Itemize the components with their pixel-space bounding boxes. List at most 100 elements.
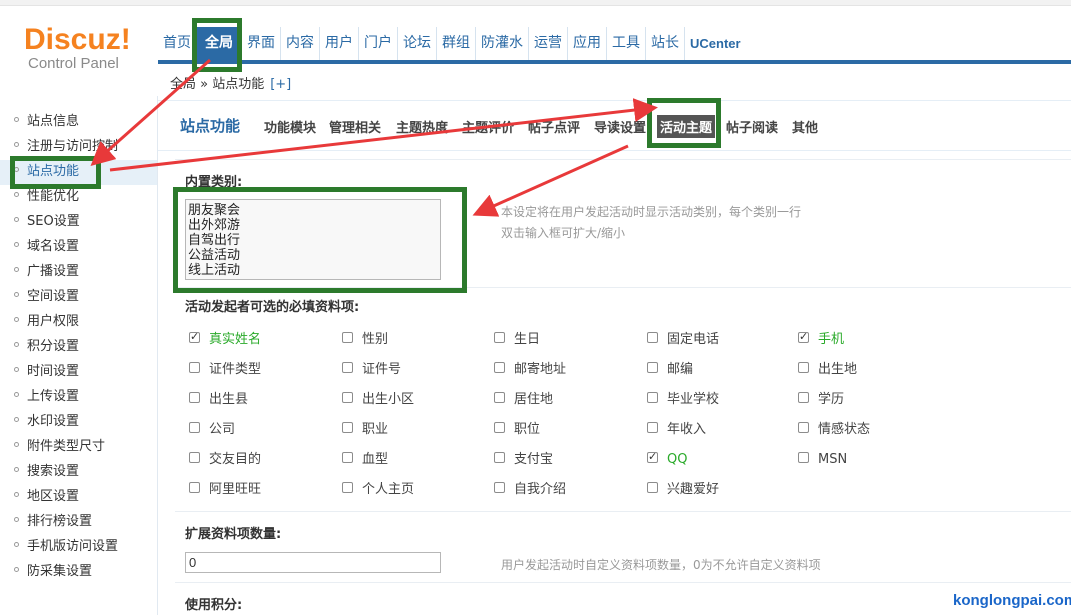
checkbox-education[interactable]: 学历 bbox=[798, 392, 844, 408]
tab-other[interactable]: 其他 bbox=[792, 117, 818, 136]
checkbox-id-number[interactable]: 证件号 bbox=[342, 362, 401, 378]
checkbox-icon[interactable] bbox=[494, 332, 505, 343]
tab-activity-threads[interactable]: 活动主题 bbox=[657, 115, 716, 138]
checkbox-relationship[interactable]: 情感状态 bbox=[798, 422, 870, 438]
checkbox-checked-icon[interactable] bbox=[647, 449, 658, 465]
checkbox-icon[interactable] bbox=[647, 362, 658, 373]
checkbox-icon[interactable] bbox=[342, 452, 353, 463]
nav-tools[interactable]: 工具 bbox=[607, 27, 646, 60]
nav-ucenter[interactable]: UCenter bbox=[685, 27, 746, 60]
sidebar-item-register-access[interactable]: 注册与访问控制 bbox=[14, 136, 118, 158]
checkbox-icon[interactable] bbox=[189, 362, 200, 373]
checkbox-id-type[interactable]: 证件类型 bbox=[189, 362, 261, 378]
checkbox-icon[interactable] bbox=[798, 422, 809, 433]
nav-antispam[interactable]: 防灌水 bbox=[476, 27, 529, 60]
sidebar-item-time[interactable]: 时间设置 bbox=[14, 361, 79, 383]
nav-portal[interactable]: 门户 bbox=[359, 27, 398, 60]
checkbox-icon[interactable] bbox=[494, 452, 505, 463]
checkbox-icon[interactable] bbox=[647, 332, 658, 343]
checkbox-bio[interactable]: 自我介绍 bbox=[494, 482, 566, 498]
checkbox-icon[interactable] bbox=[494, 362, 505, 373]
checkbox-blood-type[interactable]: 血型 bbox=[342, 452, 388, 468]
checkbox-company[interactable]: 公司 bbox=[189, 422, 235, 438]
checkbox-icon[interactable] bbox=[189, 422, 200, 433]
checkbox-alipay[interactable]: 支付宝 bbox=[494, 452, 553, 468]
sidebar-item-broadcast[interactable]: 广播设置 bbox=[14, 261, 79, 283]
checkbox-birthplace[interactable]: 出生地 bbox=[798, 362, 857, 378]
checkbox-icon[interactable] bbox=[189, 392, 200, 403]
checkbox-zipcode[interactable]: 邮编 bbox=[647, 362, 693, 378]
tab-guide-settings[interactable]: 导读设置 bbox=[594, 117, 646, 136]
nav-users[interactable]: 用户 bbox=[320, 27, 359, 60]
checkbox-icon[interactable] bbox=[342, 392, 353, 403]
checkbox-icon[interactable] bbox=[647, 422, 658, 433]
checkbox-icon[interactable] bbox=[647, 482, 658, 493]
checkbox-mail-address[interactable]: 邮寄地址 bbox=[494, 362, 566, 378]
checkbox-income[interactable]: 年收入 bbox=[647, 422, 706, 438]
checkbox-homepage[interactable]: 个人主页 bbox=[342, 482, 414, 498]
checkbox-position[interactable]: 职位 bbox=[494, 422, 540, 438]
checkbox-checked-icon[interactable] bbox=[798, 329, 809, 345]
checkbox-icon[interactable] bbox=[342, 332, 353, 343]
checkbox-telephone[interactable]: 固定电话 bbox=[647, 332, 719, 348]
checkbox-checked-icon[interactable] bbox=[189, 329, 200, 345]
sidebar-item-site-features[interactable]: 站点功能 bbox=[14, 161, 79, 183]
sidebar-item-site-info[interactable]: 站点信息 bbox=[14, 111, 79, 133]
checkbox-dating-purpose[interactable]: 交友目的 bbox=[189, 452, 261, 468]
checkbox-icon[interactable] bbox=[798, 392, 809, 403]
tab-post-reading[interactable]: 帖子阅读 bbox=[726, 117, 778, 136]
nav-home[interactable]: 首页 bbox=[158, 27, 197, 60]
sidebar-item-performance[interactable]: 性能优化 bbox=[14, 186, 79, 208]
tab-management[interactable]: 管理相关 bbox=[329, 117, 381, 136]
nav-operations[interactable]: 运营 bbox=[529, 27, 568, 60]
checkbox-msn[interactable]: MSN bbox=[798, 452, 847, 468]
checkbox-icon[interactable] bbox=[798, 452, 809, 463]
checkbox-mobile[interactable]: 手机 bbox=[798, 329, 844, 348]
sidebar-item-space[interactable]: 空间设置 bbox=[14, 286, 79, 308]
checkbox-icon[interactable] bbox=[494, 422, 505, 433]
sidebar-item-search[interactable]: 搜索设置 bbox=[14, 461, 79, 483]
checkbox-icon[interactable] bbox=[342, 422, 353, 433]
nav-content[interactable]: 内容 bbox=[281, 27, 320, 60]
checkbox-icon[interactable] bbox=[342, 482, 353, 493]
checkbox-qq[interactable]: QQ bbox=[647, 449, 687, 468]
checkbox-icon[interactable] bbox=[798, 362, 809, 373]
nav-apps[interactable]: 应用 bbox=[568, 27, 607, 60]
nav-forum[interactable]: 论坛 bbox=[398, 27, 437, 60]
checkbox-gender[interactable]: 性别 bbox=[342, 332, 388, 348]
checkbox-birth-community[interactable]: 出生小区 bbox=[342, 392, 414, 408]
sidebar-item-ranking[interactable]: 排行榜设置 bbox=[14, 511, 92, 533]
checkbox-realname[interactable]: 真实姓名 bbox=[189, 329, 261, 348]
checkbox-icon[interactable] bbox=[647, 392, 658, 403]
checkbox-birth-county[interactable]: 出生县 bbox=[189, 392, 248, 408]
sidebar-item-region[interactable]: 地区设置 bbox=[14, 486, 79, 508]
tab-thread-heat[interactable]: 主题热度 bbox=[396, 117, 448, 136]
tab-thread-rating[interactable]: 主题评价 bbox=[462, 117, 514, 136]
checkbox-interests[interactable]: 兴趣爱好 bbox=[647, 482, 719, 498]
nav-groups[interactable]: 群组 bbox=[437, 27, 476, 60]
checkbox-occupation[interactable]: 职业 bbox=[342, 422, 388, 438]
tab-post-comment[interactable]: 帖子点评 bbox=[528, 117, 580, 136]
sidebar-item-seo[interactable]: SEO设置 bbox=[14, 211, 80, 233]
checkbox-icon[interactable] bbox=[494, 482, 505, 493]
checkbox-birthday[interactable]: 生日 bbox=[494, 332, 540, 348]
sidebar-item-anti-scrape[interactable]: 防采集设置 bbox=[14, 561, 92, 583]
sidebar-item-user-permissions[interactable]: 用户权限 bbox=[14, 311, 79, 333]
sidebar-item-credits[interactable]: 积分设置 bbox=[14, 336, 79, 358]
breadcrumb-path[interactable]: 全局 » 站点功能 bbox=[170, 77, 264, 92]
sidebar-item-domain[interactable]: 域名设置 bbox=[14, 236, 79, 258]
sidebar-item-watermark[interactable]: 水印设置 bbox=[14, 411, 79, 433]
extended-count-input[interactable] bbox=[185, 552, 441, 573]
checkbox-icon[interactable] bbox=[189, 482, 200, 493]
checkbox-school[interactable]: 毕业学校 bbox=[647, 392, 719, 408]
tab-feature-modules[interactable]: 功能模块 bbox=[264, 117, 316, 136]
checkbox-icon[interactable] bbox=[189, 452, 200, 463]
nav-webmaster[interactable]: 站长 bbox=[646, 27, 685, 60]
checkbox-icon[interactable] bbox=[342, 362, 353, 373]
nav-global[interactable]: 全局 bbox=[197, 27, 242, 60]
add-shortcut-button[interactable]: [+] bbox=[270, 77, 291, 92]
checkbox-residence[interactable]: 居住地 bbox=[494, 392, 553, 408]
checkbox-aliwangwang[interactable]: 阿里旺旺 bbox=[189, 482, 261, 498]
nav-interface[interactable]: 界面 bbox=[242, 27, 281, 60]
sidebar-item-mobile[interactable]: 手机版访问设置 bbox=[14, 536, 118, 558]
